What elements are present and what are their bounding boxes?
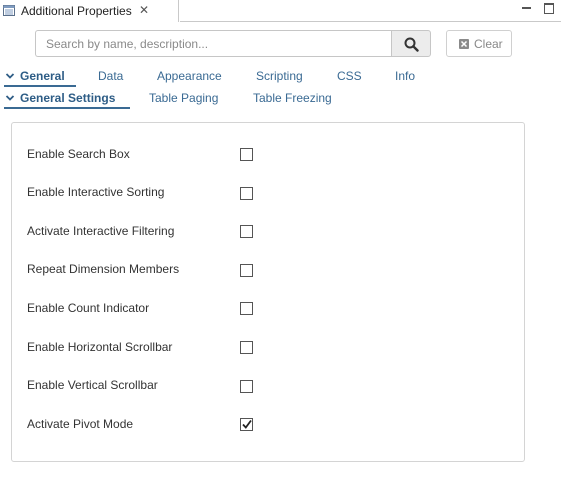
property-label: Enable Interactive Sorting xyxy=(27,185,165,199)
close-icon[interactable]: ✕ xyxy=(139,3,149,17)
property-label: Activate Interactive Filtering xyxy=(27,224,175,238)
chevron-down-icon[interactable] xyxy=(5,93,15,103)
subtab-table-freezing[interactable]: Table Freezing xyxy=(253,91,332,105)
general-settings-panel xyxy=(11,122,525,462)
property-label: Activate Pivot Mode xyxy=(27,417,134,431)
tab-css[interactable]: CSS xyxy=(337,69,362,83)
tab-appearance[interactable]: Appearance xyxy=(157,69,222,83)
clear-button[interactable]: Clear xyxy=(446,30,512,57)
chevron-down-icon[interactable] xyxy=(5,71,15,81)
checkmark-icon xyxy=(242,419,252,429)
tab-general[interactable]: General xyxy=(20,69,65,83)
search-input[interactable] xyxy=(36,31,391,56)
search-field[interactable] xyxy=(35,30,391,57)
tab-info[interactable]: Info xyxy=(395,69,415,83)
subtab-general-settings-underline xyxy=(4,107,130,109)
clear-button-label: Clear xyxy=(474,37,503,51)
view-title-bar: Additional Properties ✕ xyxy=(0,0,561,22)
subtab-table-paging[interactable]: Table Paging xyxy=(149,91,218,105)
property-label: Enable Search Box xyxy=(27,147,130,161)
view-tab-title: Additional Properties xyxy=(21,4,132,18)
title-bar-divider xyxy=(180,21,561,22)
property-label: Repeat Dimension Members xyxy=(27,262,180,276)
tab-general-underline xyxy=(4,85,76,87)
minimize-icon xyxy=(522,7,531,9)
property-label: Enable Horizontal Scrollbar xyxy=(27,340,173,354)
search-button[interactable] xyxy=(391,30,431,57)
properties-table-icon xyxy=(3,5,15,16)
maximize-button[interactable] xyxy=(543,2,555,14)
tab-scripting[interactable]: Scripting xyxy=(256,69,303,83)
tab-data[interactable]: Data xyxy=(98,69,123,83)
maximize-icon xyxy=(544,3,554,14)
view-tab-additional-properties[interactable]: Additional Properties ✕ xyxy=(0,0,179,22)
property-label: Enable Count Indicator xyxy=(27,301,150,315)
search-icon xyxy=(404,37,419,52)
activate-pivot-mode-checkbox[interactable] xyxy=(240,418,253,431)
repeat-dimension-members-checkbox[interactable] xyxy=(240,264,253,277)
subtab-general-settings[interactable]: General Settings xyxy=(20,91,115,105)
enable-count-indicator-checkbox[interactable] xyxy=(240,302,253,315)
enable-vertical-scrollbar-checkbox[interactable] xyxy=(240,380,253,393)
enable-search-box-checkbox[interactable] xyxy=(240,148,253,161)
property-label: Enable Vertical Scrollbar xyxy=(27,378,158,392)
clear-icon xyxy=(459,39,469,49)
enable-interactive-sorting-checkbox[interactable] xyxy=(240,187,253,200)
enable-horizontal-scrollbar-checkbox[interactable] xyxy=(240,341,253,354)
minimize-button[interactable] xyxy=(521,2,533,14)
activate-interactive-filtering-checkbox[interactable] xyxy=(240,225,253,238)
